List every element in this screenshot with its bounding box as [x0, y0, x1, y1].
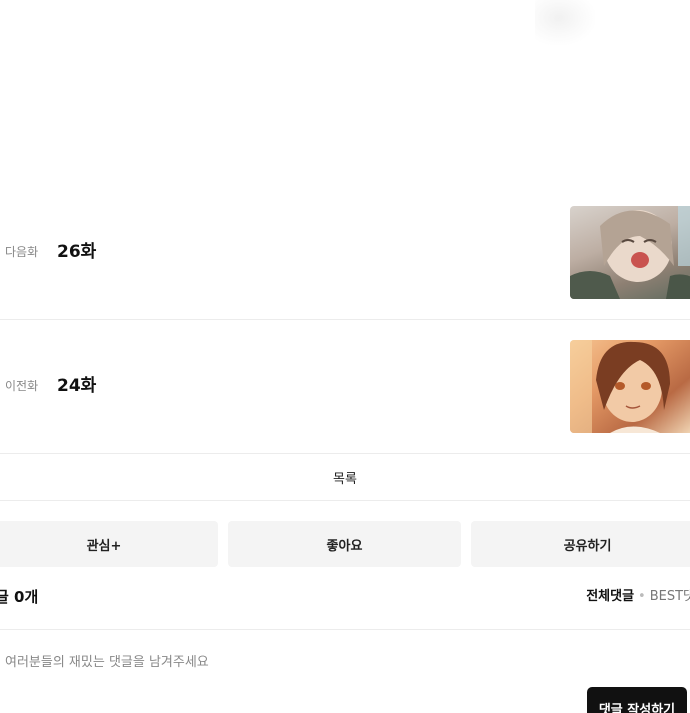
comment-count: 글 0개: [0, 588, 39, 606]
divider: [0, 500, 690, 501]
previous-episode-kind: 이전화: [5, 379, 39, 393]
comment-header: 글 0개 전체댓글 • BEST댓: [0, 585, 690, 609]
next-episode-number: 26화: [57, 242, 97, 262]
previous-episode-thumbnail[interactable]: [570, 340, 690, 433]
divider: [0, 629, 690, 630]
next-episode-kind: 다음화: [5, 245, 39, 259]
tab-separator: •: [638, 589, 646, 604]
previous-episode-link[interactable]: 이전화 24화: [0, 334, 690, 454]
like-button[interactable]: 좋아요: [228, 521, 461, 567]
previous-episode-number: 24화: [57, 376, 97, 396]
next-episode-thumbnail[interactable]: [570, 206, 690, 299]
comment-sort-tabs: 전체댓글 • BEST댓: [586, 585, 690, 609]
faint-image-fragment: [535, 0, 595, 45]
write-comment-button[interactable]: 댓글 작성하기: [587, 687, 687, 713]
episode-list-link[interactable]: 목록: [0, 454, 690, 500]
divider: [0, 319, 690, 320]
share-button[interactable]: 공유하기: [471, 521, 690, 567]
comment-input[interactable]: 여러분들의 재밌는 댓글을 남겨주세요: [5, 654, 209, 672]
next-episode-link[interactable]: 다음화 26화: [0, 200, 690, 320]
follow-button[interactable]: 관심+: [0, 521, 218, 567]
tab-all-comments[interactable]: 전체댓글: [586, 589, 634, 604]
tab-best-comments[interactable]: BEST댓: [650, 589, 690, 604]
episode-viewer-bottom: [0, 0, 690, 200]
